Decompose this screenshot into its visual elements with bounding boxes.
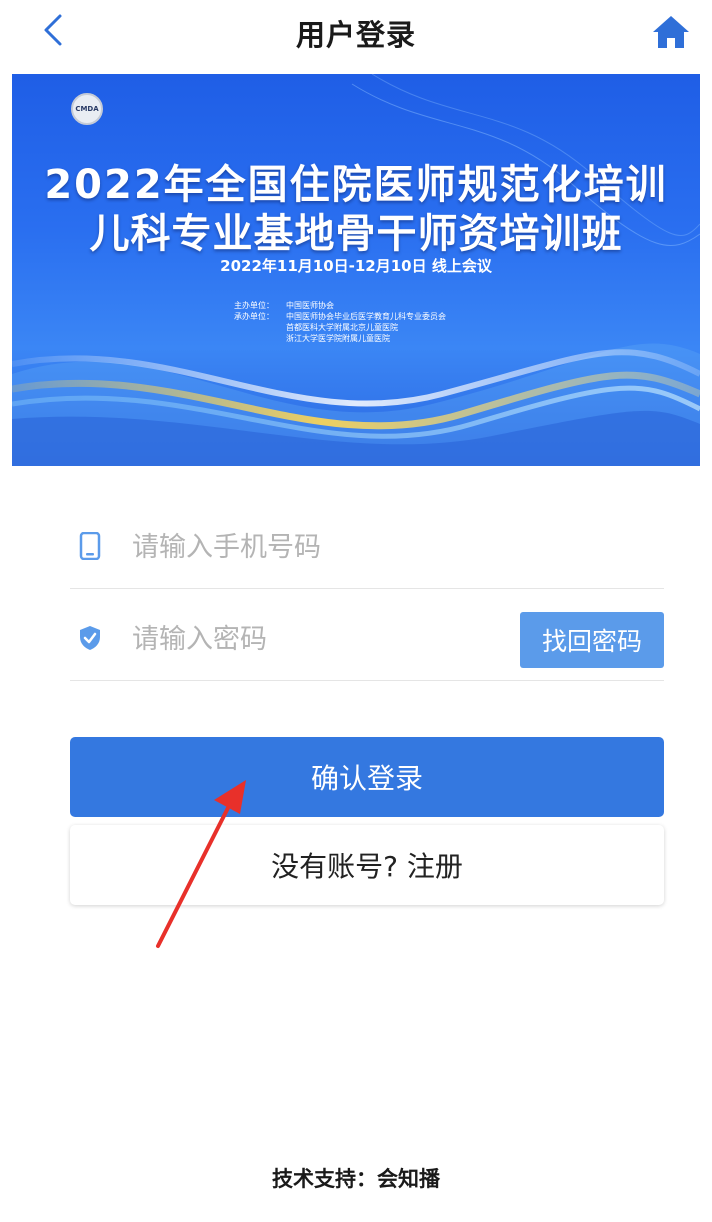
page-title: 用户登录 [295, 18, 416, 52]
home-icon [653, 16, 689, 48]
shield-check-icon [80, 626, 100, 650]
organizer-row: 主办单位： 中国医师协会 [234, 301, 334, 310]
password-input[interactable] [130, 618, 514, 660]
header-bar: 用户登录 [0, 0, 712, 62]
event-banner: CMDA 2022年全国住院医师规范化培训 儿科专业基地骨干师资培训班 2022… [12, 74, 700, 466]
phone-field-row [70, 502, 664, 589]
footer-tech-support: 技术支持：会知播 [272, 1167, 440, 1191]
banner-title-line2: 儿科专业基地骨干师资培训班 [89, 211, 623, 257]
cmda-logo: CMDA [71, 93, 103, 125]
home-button[interactable] [650, 12, 692, 52]
login-page: 用户登录 CMDA 2022年全国住院医师规范化培训 儿科专业基地骨干师资培训班… [0, 0, 712, 1222]
phone-input[interactable] [130, 526, 514, 568]
register-button[interactable]: 没有账号? 注册 [70, 825, 664, 905]
banner-organizers: 主办单位： 中国医师协会 承办单位： 中国医师协会毕业后医学教育儿科专业委员会 … [234, 300, 446, 344]
password-field-row: 找回密码 [70, 594, 664, 681]
organizer-row: 首都医科大学附属北京儿童医院 [286, 323, 398, 332]
organizer-row: 承办单位： 中国医师协会毕业后医学教育儿科专业委员会 [234, 312, 446, 321]
banner-date: 2022年11月10日-12月10日 线上会议 [220, 257, 492, 275]
find-password-button[interactable]: 找回密码 [520, 612, 664, 668]
login-button[interactable]: 确认登录 [70, 737, 664, 817]
organizer-row: 浙江大学医学院附属儿童医院 [286, 334, 390, 343]
phone-icon [79, 532, 101, 560]
